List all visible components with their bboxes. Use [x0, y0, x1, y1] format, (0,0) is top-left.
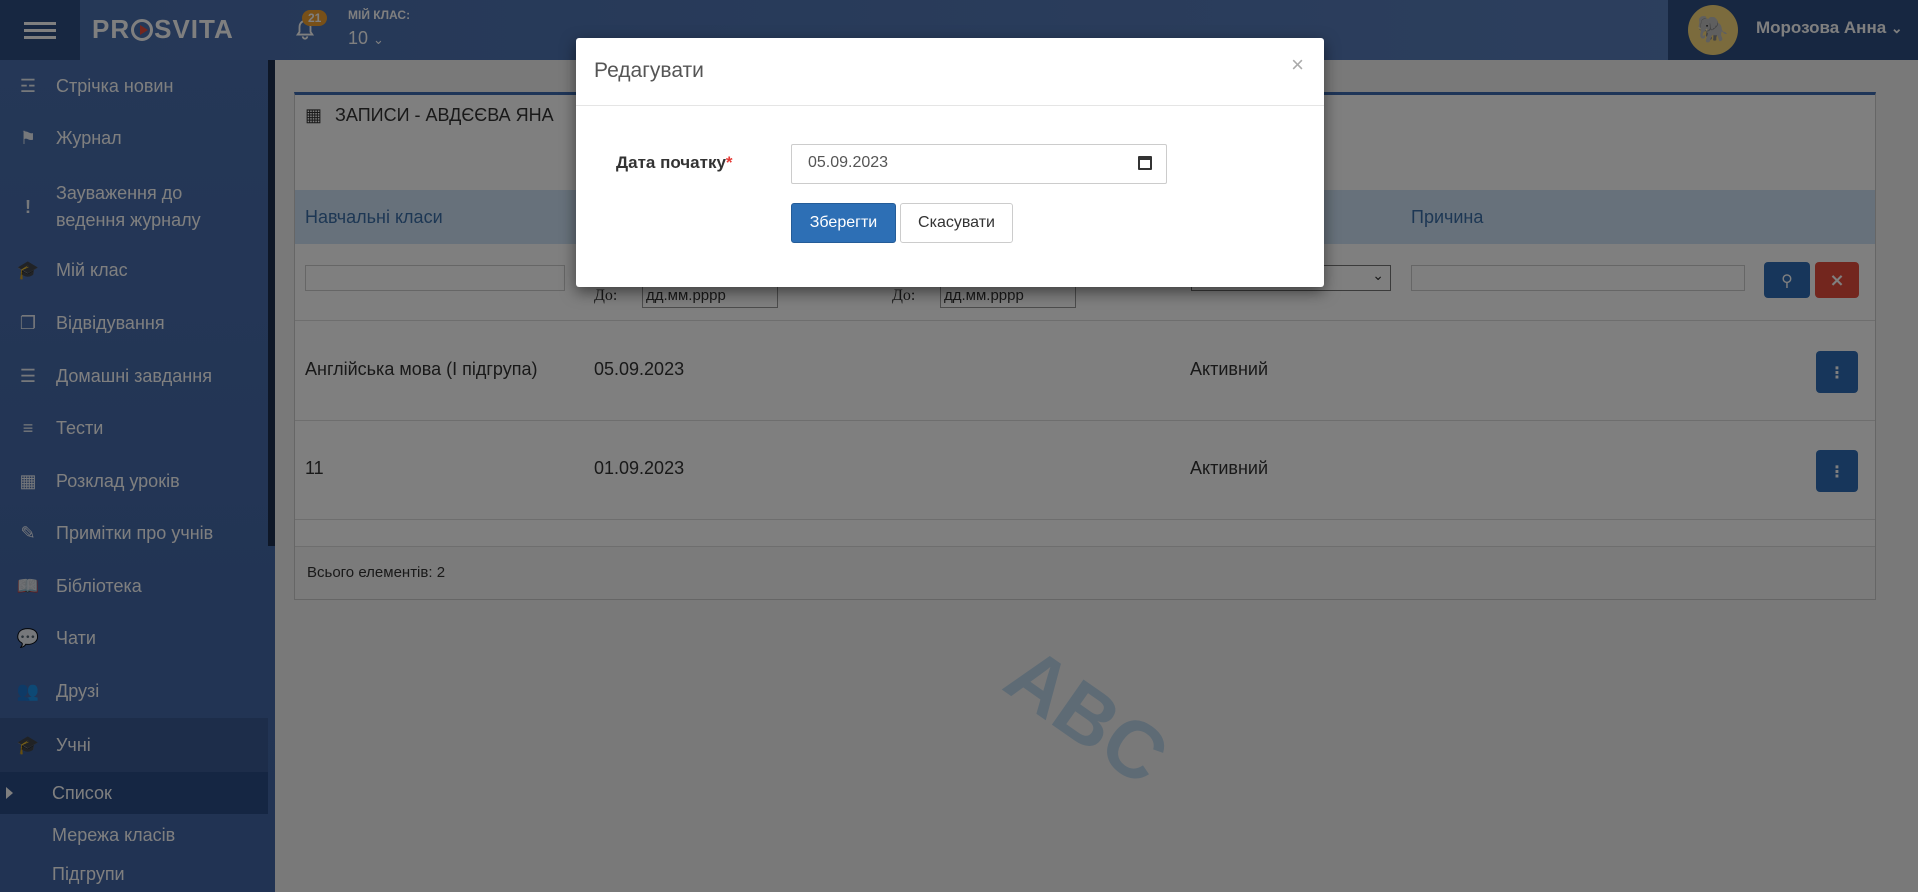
save-button[interactable]: Зберегти — [791, 203, 896, 243]
start-date-label: Дата початку — [616, 153, 726, 172]
cancel-button[interactable]: Скасувати — [900, 203, 1013, 243]
modal-header: Редагувати × — [576, 38, 1324, 106]
edit-modal: Редагувати × Дата початку* 05.09.2023 Зб… — [576, 38, 1324, 287]
modal-title: Редагувати — [594, 59, 704, 82]
required-mark: * — [725, 153, 733, 172]
calendar-icon[interactable] — [1138, 156, 1152, 170]
start-date-value: 05.09.2023 — [808, 154, 889, 171]
close-modal-button[interactable]: × — [1291, 52, 1304, 78]
start-date-input[interactable]: 05.09.2023 — [791, 144, 1167, 184]
